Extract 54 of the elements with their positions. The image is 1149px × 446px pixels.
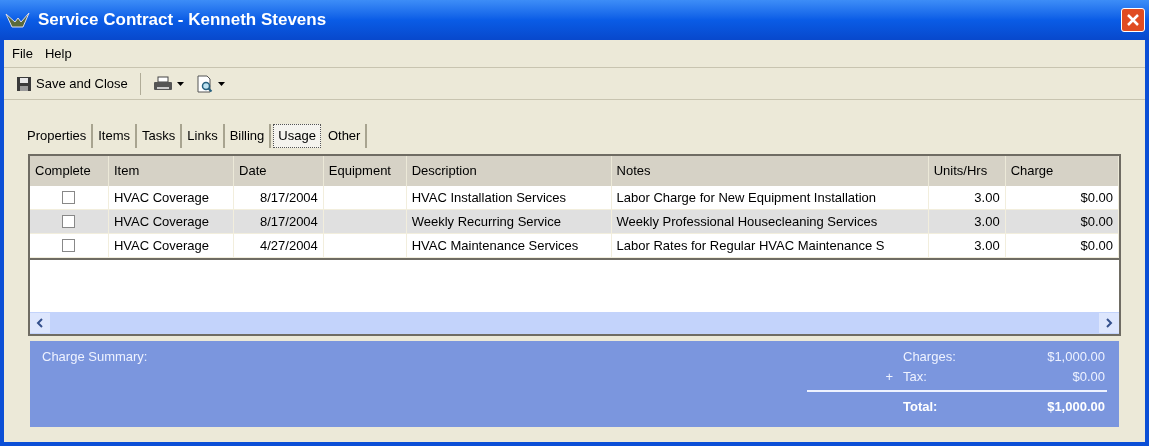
table-cell-text: Weekly Recurring Service [411,212,561,231]
table-cell-text: 3.00 [974,188,1000,207]
tab[interactable]: Other [322,124,368,148]
table-cell-text: $0.00 [1080,212,1113,231]
caret-icon [217,81,225,86]
summary-title: Charge Summary: [42,348,148,366]
horizontal-scrollbar[interactable] [30,312,1119,334]
table-cell-text: Labor Charge for New Equipment Installation [616,188,876,207]
table-cell-text: 3.00 [974,212,1000,231]
caret-icon [176,81,184,86]
table-cell-text: Weekly Professional Housecleaning Services [616,212,878,231]
tab[interactable]: Items [93,124,138,148]
tab[interactable]: Properties [22,124,94,148]
summary-label: Total: [903,398,939,417]
table-cell-text: HVAC Coverage [113,212,210,231]
chevron-left-icon [36,318,44,328]
summary-label: Tax: [903,368,928,387]
checkbox[interactable] [62,239,76,252]
tab[interactable]: Billing [224,124,272,148]
table-cell-text: $0.00 [1080,188,1113,207]
table-cell-text: HVAC Coverage [113,188,210,207]
table-row[interactable]: HVAC Coverage 8/17/2004 HVAC Installation Services Labor Charge for New Equipment Installation 3.00 $0.00 [30,186,1119,210]
table-row[interactable]: HVAC Coverage 4/27/2004 HVAC Maintenance Services Labor Rates for Regular HVAC Maintenance S 3.00 $0.00 [30,234,1119,258]
menu-item[interactable]: File [12,43,33,64]
table-cell-text: 8/17/2004 [260,188,318,207]
menu-item[interactable]: Help [44,43,72,64]
window-title: Service Contract - Kenneth Stevens [38,9,328,32]
scroll-left-button[interactable] [30,313,50,333]
table-cell-text: 3.00 [974,236,1000,255]
chevron-right-icon [1105,318,1113,328]
printer-icon [152,75,173,92]
summary-label: Charges: [903,348,957,367]
table-cell-text: 8/17/2004 [260,212,318,231]
summary-value: $1,000.00 [1047,398,1106,417]
tab[interactable]: Usage [273,124,321,148]
table-cell-text: HVAC Installation Services [411,188,567,207]
close-icon [1127,14,1139,26]
page-magnifier-icon [195,74,214,93]
table-cell-text: HVAC Coverage [113,236,210,255]
save-and-close-button[interactable]: Save and Close [12,70,132,97]
summary-value: $0.00 [1072,368,1106,387]
table-cell-text: Labor Rates for Regular HVAC Maintenance S [616,236,885,255]
checkbox[interactable] [62,215,76,228]
plus-sign: + [885,368,893,387]
table-cell-text: $0.00 [1080,236,1113,255]
scroll-right-button[interactable] [1099,313,1119,333]
checkbox[interactable] [62,191,76,204]
close-button[interactable] [1121,8,1145,32]
tab[interactable]: Tasks [137,124,183,148]
table-row[interactable]: HVAC Coverage 8/17/2004 Weekly Recurring Service Weekly Professional Housecleaning Services 3.00 $0.00 [30,210,1119,234]
table-cell-text: HVAC Maintenance Services [411,236,579,255]
tab[interactable]: Links [182,124,225,148]
table-cell-text: 4/27/2004 [260,236,318,255]
summary-value: $1,000.00 [1047,348,1106,367]
